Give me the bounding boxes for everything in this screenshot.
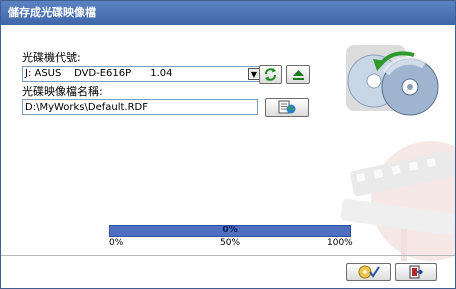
- exit-button[interactable]: [395, 263, 437, 281]
- disc-check-icon: [358, 265, 380, 279]
- start-button[interactable]: [346, 263, 391, 281]
- window-title: 儲存成光碟映像檔: [1, 1, 455, 25]
- browse-button[interactable]: [265, 98, 309, 117]
- exit-icon: [409, 265, 423, 279]
- progress-tick-mid: 50%: [220, 238, 241, 248]
- drive-select[interactable]: J: ASUS DVD-E616P 1.04 ▼: [22, 66, 262, 82]
- image-file-label: 光碟映像檔名稱:: [22, 85, 103, 98]
- eject-button[interactable]: [286, 65, 310, 84]
- drive-label: 光碟機代號:: [22, 51, 81, 64]
- eject-icon: [292, 69, 304, 80]
- refresh-icon: [265, 68, 276, 81]
- image-file-path-input[interactable]: D:\MyWorks\Default.RDF: [22, 99, 258, 115]
- progress-bar: 0%: [109, 225, 351, 237]
- progress-tick-end: 100%: [327, 238, 353, 248]
- progress-percent: 0%: [222, 225, 238, 235]
- drive-select-value: J: ASUS DVD-E616P 1.04: [25, 68, 173, 79]
- save-disc-image-window: 儲存成光碟映像檔 光碟機代號: J: ASUS DVD-E616P 1.04 ▼: [0, 0, 456, 289]
- refresh-button[interactable]: [259, 65, 282, 84]
- progress-tick-start: 0%: [109, 238, 124, 248]
- browse-folder-icon: [278, 100, 296, 114]
- disc-copy-icon: [346, 45, 439, 116]
- footer-divider: [1, 255, 455, 256]
